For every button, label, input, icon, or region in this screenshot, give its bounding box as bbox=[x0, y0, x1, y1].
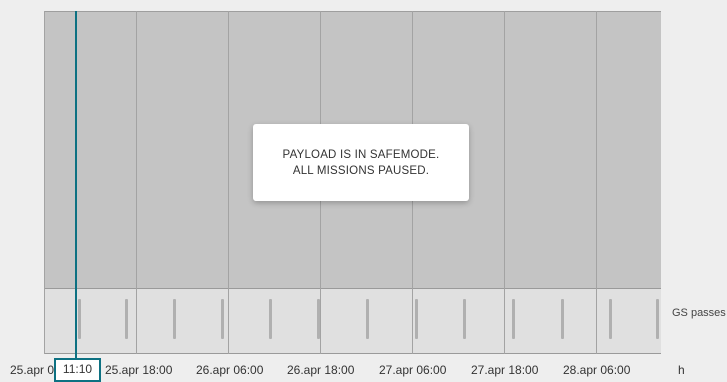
gs-pass-marker[interactable] bbox=[561, 299, 564, 339]
gridline bbox=[596, 11, 597, 354]
gs-pass-marker[interactable] bbox=[463, 299, 466, 339]
gs-pass-marker[interactable] bbox=[512, 299, 515, 339]
gs-pass-marker[interactable] bbox=[317, 299, 320, 339]
gs-passes-label: GS passes bbox=[672, 307, 726, 319]
dialog-line-2: ALL MISSIONS PAUSED. bbox=[292, 164, 430, 177]
gs-pass-marker[interactable] bbox=[78, 299, 81, 339]
gs-pass-marker[interactable] bbox=[656, 299, 659, 339]
time-tick-label: 26.apr 18:00 bbox=[287, 363, 355, 377]
timeline: PAYLOAD IS IN SAFEMODE. ALL MISSIONS PAU… bbox=[0, 0, 727, 382]
time-tick-label: 25.apr 18:00 bbox=[105, 363, 173, 377]
gridline bbox=[228, 11, 229, 354]
gs-pass-marker[interactable] bbox=[366, 299, 369, 339]
current-time-line bbox=[75, 11, 77, 377]
safemode-dialog: PAYLOAD IS IN SAFEMODE. ALL MISSIONS PAU… bbox=[253, 124, 469, 201]
gridline bbox=[504, 11, 505, 354]
time-tick-label: 28.apr 06:00 bbox=[563, 363, 631, 377]
gs-pass-marker[interactable] bbox=[173, 299, 176, 339]
gs-pass-marker[interactable] bbox=[415, 299, 418, 339]
time-tick-label: 26.apr 06:00 bbox=[196, 363, 264, 377]
current-time-label: 11:10 bbox=[54, 358, 101, 382]
time-tick-label: 27.apr 06:00 bbox=[379, 363, 447, 377]
time-unit-label: h bbox=[678, 363, 685, 377]
gs-pass-marker[interactable] bbox=[269, 299, 272, 339]
gs-pass-marker[interactable] bbox=[221, 299, 224, 339]
time-tick-label: 25.apr 0 bbox=[10, 363, 55, 377]
gridline bbox=[44, 11, 45, 354]
gs-pass-marker[interactable] bbox=[125, 299, 128, 339]
dialog-line-1: PAYLOAD IS IN SAFEMODE. bbox=[282, 148, 440, 161]
gs-pass-marker[interactable] bbox=[609, 299, 612, 339]
time-tick-label: 27.apr 18:00 bbox=[471, 363, 539, 377]
gridline bbox=[136, 11, 137, 354]
